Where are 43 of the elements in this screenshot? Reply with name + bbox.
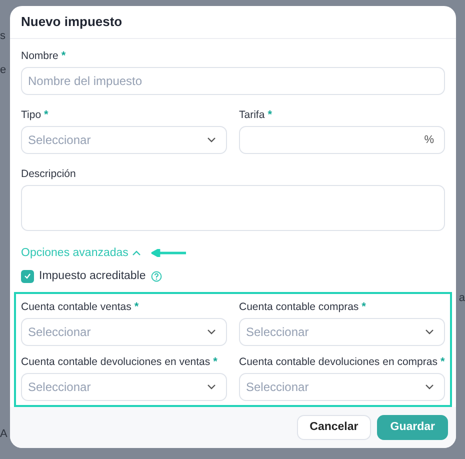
arrow-icon (151, 248, 188, 257)
description-input[interactable] (21, 184, 445, 231)
required-mark: * (61, 50, 66, 62)
background-text: s (0, 30, 6, 42)
select-field[interactable]: Seleccionar (239, 372, 445, 401)
cancel-button[interactable]: Cancelar (296, 414, 372, 440)
save-button[interactable]: Guardar (377, 414, 448, 440)
select-field[interactable]: Seleccionar (21, 372, 227, 401)
field-label: Tipo (21, 108, 42, 121)
select-field[interactable]: Seleccionar (21, 318, 227, 346)
required-mark: * (44, 108, 48, 121)
select-field[interactable]: Seleccionar (21, 126, 227, 154)
field-label: Tarifa (239, 108, 265, 121)
checkbox-label: Impuesto acreditable (39, 270, 146, 282)
field-label: Cuenta contable ventas (21, 300, 132, 313)
field-label: Descripción (21, 168, 76, 180)
check-icon (24, 273, 31, 280)
dialog-title: Nuevo impuesto (21, 14, 122, 30)
required-mark: * (268, 108, 272, 121)
help-icon[interactable] (150, 270, 162, 282)
required-mark: * (134, 300, 139, 313)
background-text: e (0, 64, 6, 76)
chevron-up-icon (132, 250, 142, 256)
checkbox[interactable] (21, 270, 34, 283)
select-field[interactable]: Seleccionar (239, 318, 445, 346)
chevron-down-icon (207, 136, 216, 143)
field-label: Cuenta contable devoluciones en ventas (21, 356, 210, 368)
background-text: a (458, 292, 465, 304)
name-input[interactable]: Nombre del impuesto (21, 66, 445, 95)
rate-input[interactable]: % (239, 126, 445, 154)
field-label: Cuenta contable devoluciones en compras (239, 356, 438, 368)
chevron-down-icon (425, 384, 434, 390)
required-mark: * (213, 356, 218, 368)
advanced-options-toggle[interactable]: Opciones avanzadas (21, 246, 142, 259)
chevron-down-icon (425, 328, 434, 335)
field-label: Cuenta contable compras (239, 300, 359, 313)
chevron-down-icon (207, 384, 216, 390)
required-mark: * (362, 300, 366, 313)
required-mark: * (440, 356, 445, 368)
field-label: Nombre (21, 50, 58, 62)
chevron-down-icon (207, 328, 216, 335)
percent-suffix: % (424, 134, 434, 146)
background-text: A (0, 428, 8, 440)
